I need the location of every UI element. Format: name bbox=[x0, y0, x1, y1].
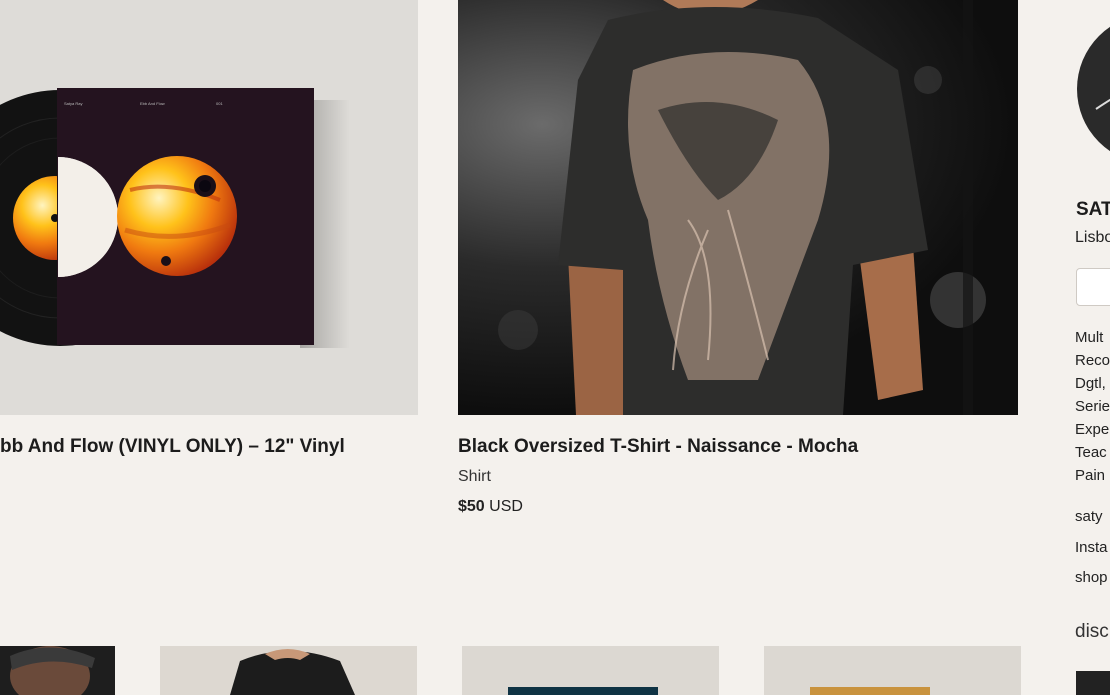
product-title-tshirt[interactable]: Black Oversized T-Shirt - Naissance - Mo… bbox=[458, 436, 858, 458]
product-price-tshirt: $50 USD bbox=[458, 498, 523, 516]
discography-heading: disc bbox=[1075, 621, 1109, 642]
product-type-tshirt: Shirt bbox=[458, 468, 491, 485]
price-amount: $50 bbox=[458, 498, 485, 515]
product-thumb-2[interactable] bbox=[160, 646, 417, 695]
product-image-tshirt[interactable] bbox=[458, 0, 1018, 415]
cover-number: 001 bbox=[216, 101, 223, 106]
tshirt-photo-illustration bbox=[498, 0, 986, 415]
discography-item[interactable] bbox=[1076, 671, 1110, 695]
record-sleeve-illustration-2 bbox=[810, 687, 930, 695]
cover-title: Ebb And Flow bbox=[140, 101, 165, 106]
follow-button[interactable] bbox=[1076, 268, 1110, 306]
product-title-vinyl[interactable]: bb And Flow (VINYL ONLY) – 12" Vinyl bbox=[0, 436, 345, 458]
bio-line: Reco bbox=[1075, 352, 1110, 369]
price-currency: USD bbox=[489, 498, 523, 515]
profile-link-shop[interactable]: shop bbox=[1075, 569, 1108, 586]
bio-line: Dgtl, bbox=[1075, 375, 1106, 392]
profile-link-website[interactable]: saty bbox=[1075, 508, 1103, 525]
cover-artist: Satya Ray bbox=[64, 101, 82, 106]
profile-location: Lisbo bbox=[1075, 229, 1110, 246]
bio-line: Teac bbox=[1075, 444, 1107, 461]
bio-line: Expe bbox=[1075, 421, 1110, 438]
profile-name: SAT bbox=[1076, 199, 1110, 220]
profile-link-instagram[interactable]: Insta bbox=[1075, 539, 1108, 556]
avatar bbox=[1077, 26, 1110, 152]
portrait-illustration bbox=[0, 646, 115, 695]
bio-line: Pain bbox=[1075, 467, 1106, 484]
product-thumb-1[interactable] bbox=[0, 646, 115, 695]
vinyl-record-illustration: Satya Ray Ebb And Flow 001 bbox=[0, 88, 350, 348]
product-thumb-4[interactable] bbox=[764, 646, 1021, 695]
product-thumb-3[interactable] bbox=[462, 646, 719, 695]
product-image-vinyl[interactable]: Satya Ray Ebb And Flow 001 bbox=[0, 0, 418, 415]
bio-line: Serie bbox=[1075, 398, 1110, 415]
profile-avatar[interactable] bbox=[1076, 14, 1110, 169]
cover-orb bbox=[117, 156, 237, 276]
bio-line: Mult bbox=[1075, 329, 1104, 346]
record-sleeve-illustration bbox=[508, 687, 658, 695]
tshirt-thumb-illustration bbox=[230, 649, 355, 695]
profile-bio: Mult Reco Dgtl, Serie Expe Teac Pain bbox=[1075, 326, 1110, 487]
